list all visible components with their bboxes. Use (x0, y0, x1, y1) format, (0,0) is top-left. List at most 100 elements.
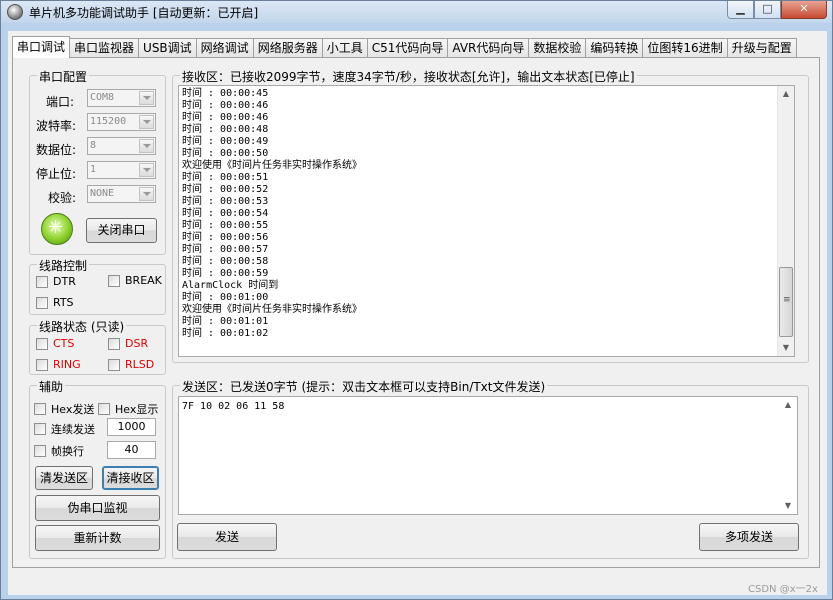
frame-newline-checkbox[interactable]: 帧换行 (34, 443, 84, 459)
watermark-text: CSDN @x一2x (748, 584, 818, 595)
close-button[interactable]: ✕ (781, 1, 827, 19)
stopbits-select[interactable]: 1 (87, 161, 156, 179)
tab-serial-debug[interactable]: 串口调试 (12, 36, 71, 58)
rts-checkbox-box[interactable] (36, 296, 48, 309)
receive-line: 时间 : 00:00:45 (182, 88, 269, 99)
send-textarea[interactable]: 7F 10 02 06 11 58 ▲ ▼ (178, 396, 798, 515)
hex-send-label: Hex发送 (51, 403, 95, 416)
receive-line: 时间 : 00:01:01 (182, 316, 269, 327)
rts-label: RTS (53, 296, 74, 309)
tab-upgrade-config[interactable]: 升级与配置 (726, 38, 797, 58)
port-value: COM8 (90, 92, 115, 103)
dsr-indicator: DSR (108, 337, 148, 350)
rts-checkbox[interactable]: RTS (36, 296, 74, 309)
parity-value: NONE (90, 188, 115, 199)
hex-send-checkbox[interactable]: Hex发送 (34, 401, 94, 417)
baud-value: 115200 (90, 116, 127, 127)
break-checkbox-box[interactable] (108, 274, 120, 287)
continuous-send-checkbox[interactable]: 连续发送 (34, 421, 95, 437)
recount-button[interactable]: 重新计数 (35, 525, 160, 551)
title-bar[interactable]: 单片机多功能调试助手 [自动更新：已开启] ▁ □ ✕ (1, 1, 832, 23)
parity-select[interactable]: NONE (87, 185, 156, 203)
line-status-title: 线路状态 (只读) (37, 318, 127, 335)
hex-display-label: Hex显示 (115, 403, 159, 416)
close-port-button[interactable]: 关闭串口 (86, 218, 157, 243)
app-icon (7, 4, 23, 20)
hex-display-checkbox[interactable]: Hex显示 (98, 401, 158, 417)
send-button[interactable]: 发送 (177, 523, 277, 551)
multi-send-button[interactable]: 多项发送 (699, 523, 799, 551)
tab-serial-monitor[interactable]: 串口监视器 (69, 38, 140, 58)
clear-receive-button[interactable]: 清接收区 (102, 466, 159, 490)
chevron-down-icon[interactable] (139, 91, 154, 105)
receive-line: 时间 : 00:01:00 (182, 292, 269, 303)
receive-scrollbar[interactable]: ▲ ▼ (777, 86, 794, 356)
tab-avr-wizard[interactable]: AVR代码向导 (447, 38, 530, 58)
hex-send-checkbox-box[interactable] (34, 403, 46, 415)
receive-scroll-thumb[interactable] (779, 267, 793, 337)
stopbits-label: 停止位: (36, 167, 77, 181)
baud-select[interactable]: 115200 (87, 113, 156, 131)
receive-line: 时间 : 00:00:46 (182, 112, 269, 123)
receive-line: 欢迎使用《时间片任务非实时操作系统》 (182, 304, 362, 315)
scroll-up-arrow-icon[interactable]: ▲ (778, 86, 794, 102)
tab-usb-debug[interactable]: USB调试 (138, 38, 197, 58)
ring-indicator: RING (36, 358, 81, 371)
receive-textarea[interactable]: 时间 : 00:00:45 时间 : 00:00:46 时间 : 00:00:46 时… (178, 85, 795, 357)
stopbits-value: 1 (90, 164, 97, 175)
frame-newline-checkbox-box[interactable] (34, 445, 46, 457)
dtr-checkbox-box[interactable] (36, 275, 48, 288)
tab-network-debug[interactable]: 网络调试 (195, 38, 254, 58)
receive-line: 时间 : 00:00:58 (182, 256, 269, 267)
receive-line: 时间 : 00:00:52 (182, 184, 269, 195)
send-title: 发送区：已发送0字节 (提示：双击文本框可以支持Bin/Txt文件发送) (180, 378, 548, 395)
chevron-down-icon[interactable] (139, 139, 154, 153)
minimize-button[interactable]: ▁ (727, 1, 754, 19)
break-checkbox[interactable]: BREAK (108, 274, 162, 287)
dtr-label: DTR (53, 275, 76, 288)
dsr-indicator-box (108, 337, 120, 350)
rlsd-indicator-box (108, 358, 120, 371)
tab-data-checksum[interactable]: 数据校验 (528, 38, 587, 58)
line-control-title: 线路控制 (37, 257, 90, 274)
hex-display-checkbox-box[interactable] (98, 403, 110, 415)
chevron-down-icon[interactable] (139, 163, 154, 177)
serial-config-title: 串口配置 (37, 68, 90, 85)
receive-line: AlarmClock 时间到 (182, 280, 279, 291)
receive-line: 时间 : 00:00:55 (182, 220, 269, 231)
scroll-down-arrow-icon[interactable]: ▼ (780, 498, 796, 514)
tab-encoding[interactable]: 编码转换 (585, 38, 644, 58)
cts-indicator: CTS (36, 337, 74, 350)
scroll-up-arrow-icon[interactable]: ▲ (780, 397, 796, 413)
minimize-icon: ▁ (736, 2, 745, 15)
continuous-send-checkbox-box[interactable] (34, 423, 46, 435)
maximize-button[interactable]: □ (754, 1, 781, 19)
receive-line: 时间 : 00:00:46 (182, 100, 269, 111)
frame-length-input[interactable]: 40 (107, 441, 156, 459)
port-select[interactable]: COM8 (87, 89, 156, 107)
receive-line: 时间 : 00:00:57 (182, 244, 269, 255)
fake-monitor-button[interactable]: 伪串口监视 (35, 495, 160, 521)
continuous-interval-input[interactable]: 1000 (107, 418, 156, 436)
chevron-down-icon[interactable] (139, 115, 154, 129)
databits-select[interactable]: 8 (87, 137, 156, 155)
send-scrollbar[interactable]: ▲ ▼ (780, 397, 797, 514)
clear-send-button[interactable]: 清发送区 (35, 466, 93, 490)
dtr-checkbox[interactable]: DTR (36, 275, 76, 288)
tab-tools[interactable]: 小工具 (321, 38, 368, 58)
send-content: 7F 10 02 06 11 58 (182, 401, 285, 412)
cts-indicator-box (36, 337, 48, 350)
scroll-down-arrow-icon[interactable]: ▼ (778, 340, 794, 356)
receive-line: 时间 : 00:00:49 (182, 136, 269, 147)
chevron-down-icon[interactable] (139, 187, 154, 201)
cts-label: CTS (53, 337, 75, 350)
receive-line: 时间 : 00:01:02 (182, 328, 269, 339)
maximize-icon: □ (762, 2, 773, 15)
dsr-label: DSR (125, 337, 149, 350)
receive-line: 时间 : 00:00:53 (182, 196, 269, 207)
receive-line: 时间 : 00:00:59 (182, 268, 269, 279)
tab-network-server[interactable]: 网络服务器 (252, 38, 323, 58)
tab-bitmap-hex[interactable]: 位图转16进制 (642, 38, 728, 58)
receive-line: 欢迎使用《时间片任务非实时操作系统》 (182, 160, 362, 171)
tab-c51-wizard[interactable]: C51代码向导 (366, 38, 449, 58)
